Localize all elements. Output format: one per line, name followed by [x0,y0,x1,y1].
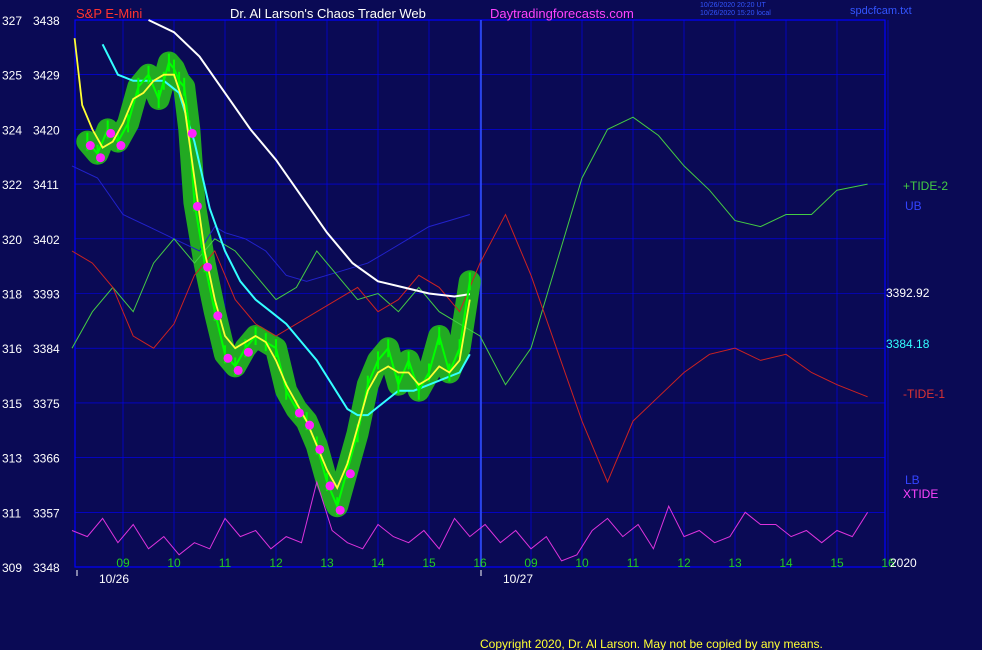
y-right-tick: 3420 [33,123,60,137]
legend-tide1: -TIDE-1 [903,387,945,401]
y-right-tick: 3402 [33,233,60,247]
y-right-tick: 3384 [33,342,60,356]
y-right-tick: 3429 [33,69,60,83]
y-left-tick: 325 [2,69,22,83]
site-label: Daytradingforecasts.com [490,6,634,21]
signal-marker [192,201,202,211]
x-hour-tick: 11 [627,556,640,570]
x-hour-tick: 12 [677,556,691,570]
signal-marker [187,128,197,138]
y-right-tick: 3357 [33,506,60,520]
symbol-label: S&P E-Mini [76,6,142,21]
y-right-tick: 3393 [33,288,60,302]
x-date-label: 10/26 [99,572,129,586]
y-left-tick: 322 [2,178,22,192]
x-hour-tick: 15 [422,556,436,570]
x-hour-tick: 14 [779,556,793,570]
y-left-tick: 309 [2,561,22,575]
signal-marker [85,141,95,151]
x-hour-tick: 11 [219,556,232,570]
signal-marker [213,311,223,321]
legend-tide2: +TIDE-2 [903,179,948,193]
signal-marker [96,153,105,163]
y-left-tick: 318 [2,288,22,302]
x-hour-tick: 14 [371,556,385,570]
price-readout: 3392.92 [886,286,930,300]
signal-marker [325,481,335,491]
signal-marker [345,469,355,479]
chaos-trader-chart: 327 3438 325 3429 324 3420 322 3411 320 3402 318 33… [0,0,982,650]
chart-title: Dr. Al Larson's Chaos Trader Web [230,6,426,21]
y-right-tick: 3438 [33,14,60,28]
legend-lb: LB [905,473,920,487]
y-right-tick: 3411 [33,178,59,192]
x-hour-tick: 10 [575,556,589,570]
y-left-tick: 316 [2,342,22,356]
signal-marker [335,505,345,515]
y-right-tick: 3366 [33,452,60,466]
signal-marker [116,141,126,151]
x-date-label: 10/27 [503,572,533,586]
y-left-tick: 311 [2,506,21,520]
x-hour-tick: 13 [320,556,334,570]
x-hour-tick: 15 [830,556,844,570]
signal-marker [294,408,304,418]
x-hour-tick: 16 [473,556,487,570]
timestamp-local: 10/26/2020 15:20 local [700,10,771,17]
y-left-tick: 324 [2,123,22,137]
filename-label: spdcfcam.txt [850,5,912,17]
signal-marker [243,347,253,357]
signal-marker [233,365,243,375]
x-hour-tick: 10 [167,556,181,570]
y-left-tick: 313 [2,452,22,466]
y-left-tick: 315 [2,397,22,411]
cyan-readout: 3384.18 [886,337,930,351]
signal-marker [223,353,233,363]
signal-marker [305,420,315,430]
y-right-tick: 3348 [33,561,60,575]
y-right-tick: 3375 [33,397,60,411]
x-hour-tick: 09 [524,556,538,570]
year-label: 2020 [890,556,917,570]
y-left-tick: 327 [2,14,22,28]
signal-marker [106,128,116,138]
x-hour-tick: 13 [728,556,742,570]
legend-xtide: XTIDE [903,487,938,501]
signal-marker [315,444,325,454]
timestamp-ut: 10/26/2020 20:20 UT [700,2,766,9]
signal-marker [203,262,213,272]
y-left-tick: 320 [2,233,22,247]
legend-ub: UB [905,199,922,213]
x-hour-tick: 09 [116,556,130,570]
x-hour-tick: 12 [269,556,283,570]
copyright: Copyright 2020, Dr. Al Larson. May not b… [480,637,823,650]
